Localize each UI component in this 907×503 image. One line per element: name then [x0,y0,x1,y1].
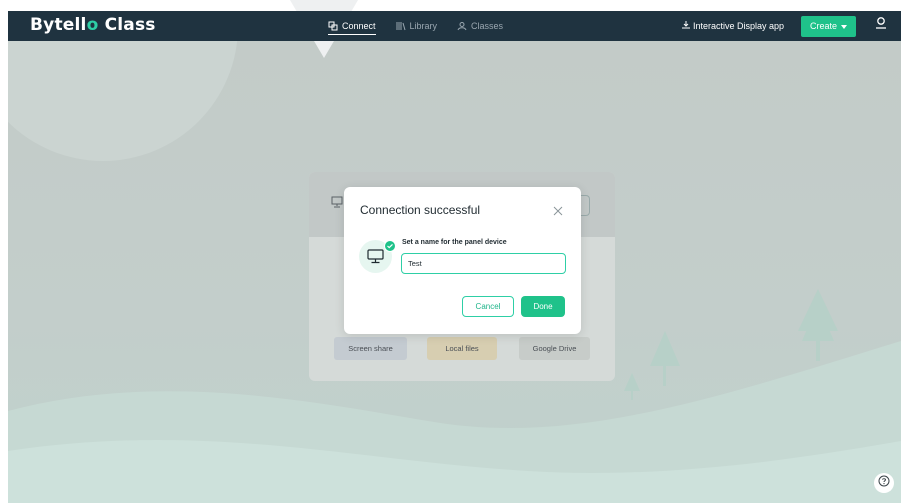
device-name-input[interactable] [401,253,566,274]
google-drive-tile[interactable]: Google Drive [519,337,590,360]
local-files-label: Local files [445,344,479,353]
caret-down-icon [841,21,847,31]
screen-share-tile[interactable]: Screen share [334,337,407,360]
download-icon [681,21,690,31]
cancel-label: Cancel [475,302,501,311]
user-icon [875,16,887,36]
connect-icon [328,21,338,31]
header-actions: Interactive Display app Create [681,11,901,41]
nav-library-label: Library [409,21,438,31]
nav-classes-label: Classes [471,21,504,31]
create-label: Create [809,21,837,31]
user-account-button[interactable] [871,16,891,36]
monitor-icon [367,249,384,269]
close-icon[interactable] [552,204,564,216]
device-name-label: Set a name for the panel device [402,239,507,246]
help-icon [878,474,890,492]
nav-connect[interactable]: Connect [318,11,386,41]
help-button[interactable] [874,473,894,493]
library-icon [396,21,406,31]
top-navbar: Bytello Class Connect Library Classes In… [8,11,901,41]
app-logo[interactable]: Bytello Class [30,15,156,35]
nav-library[interactable]: Library [386,11,448,41]
connection-success-dialog: Connection successful Set a name for the… [344,187,581,334]
done-button[interactable]: Done [521,296,565,317]
local-files-tile[interactable]: Local files [427,337,497,360]
interactive-display-app-link[interactable]: Interactive Display app [681,21,784,31]
create-button[interactable]: Create [800,15,856,37]
monitor-icon [331,195,343,208]
check-badge-icon [384,240,396,252]
main-nav: Connect Library Classes [318,11,513,41]
dialog-title: Connection successful [360,203,481,217]
cancel-button[interactable]: Cancel [462,296,514,317]
display-app-label: Interactive Display app [692,21,784,31]
nav-classes[interactable]: Classes [447,11,513,41]
nav-connect-label: Connect [342,21,376,31]
done-label: Done [533,302,553,311]
screen-share-label: Screen share [348,344,393,353]
google-drive-label: Google Drive [532,344,577,353]
classes-icon [457,21,467,31]
